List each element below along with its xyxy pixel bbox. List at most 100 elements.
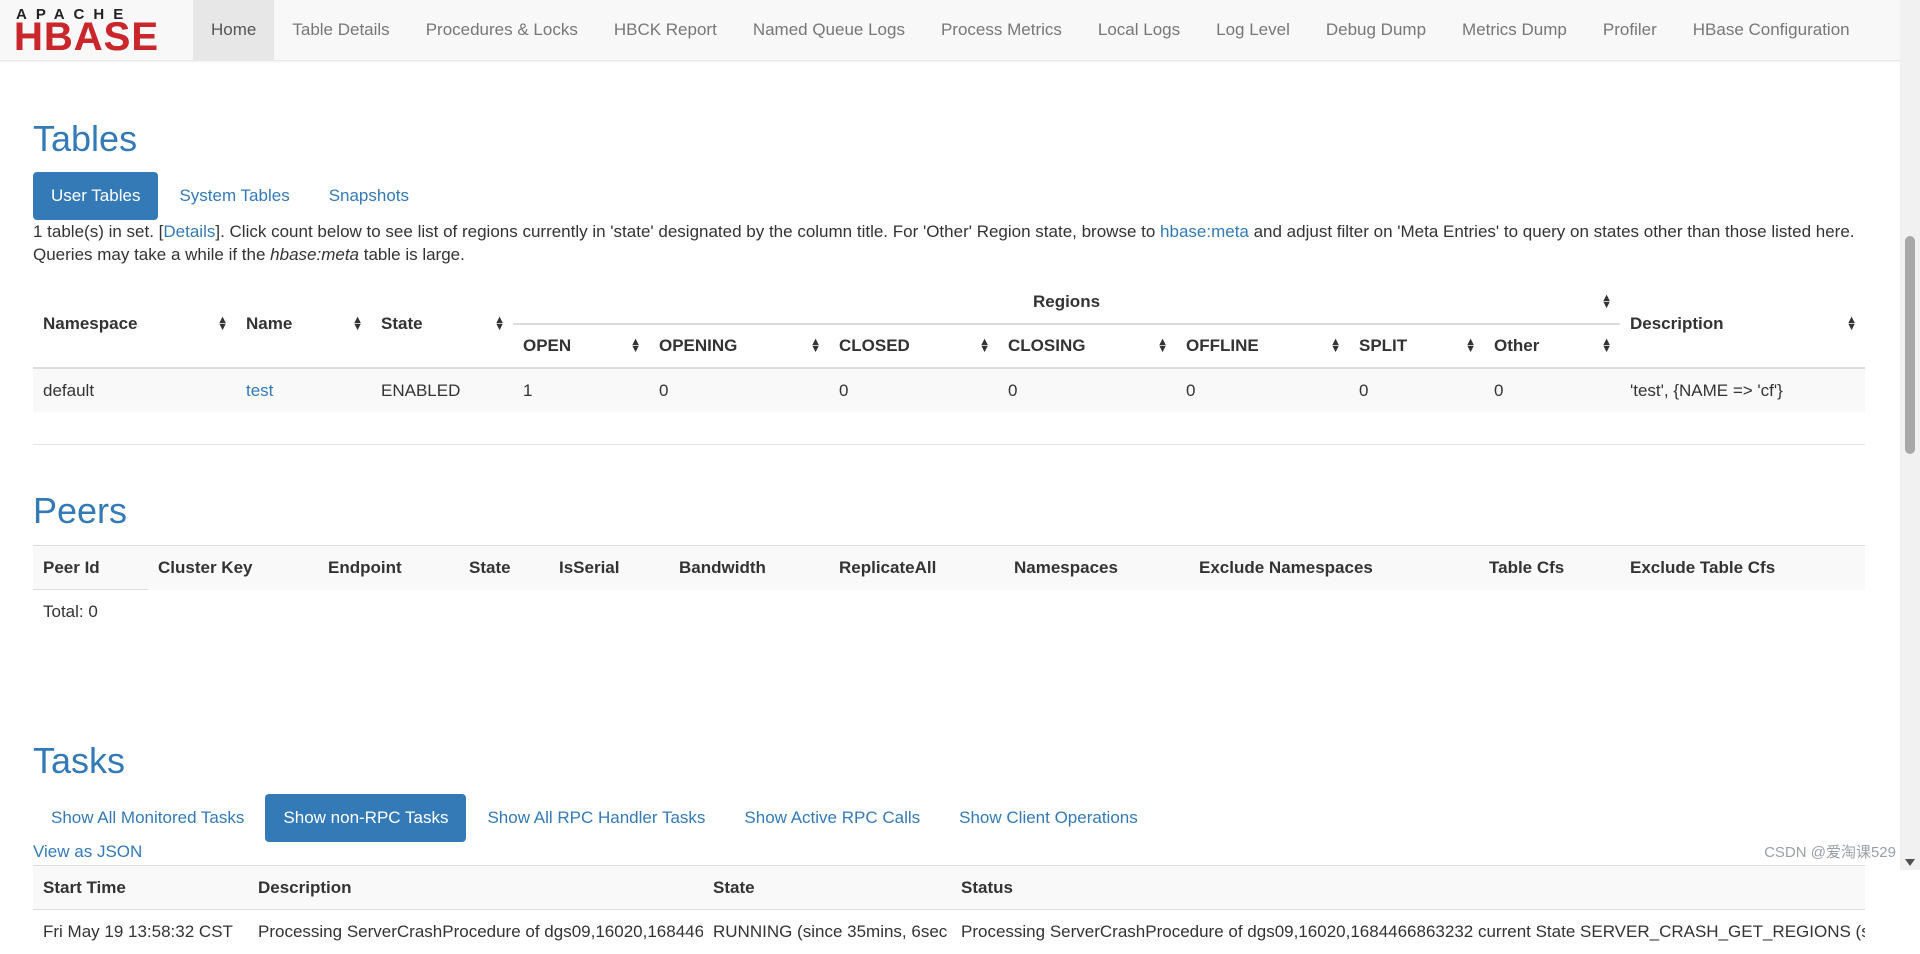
tab-user-tables[interactable]: User Tables bbox=[33, 172, 159, 220]
col-replicate-all: ReplicateAll bbox=[839, 557, 937, 577]
cell-open-count[interactable]: 1 bbox=[513, 368, 649, 412]
col-split-label: SPLIT bbox=[1359, 336, 1408, 355]
cell-namespace: default bbox=[43, 380, 95, 400]
col-exclude-table-cfs: Exclude Table Cfs bbox=[1630, 557, 1776, 577]
logo-hbase-text: HBASE bbox=[14, 15, 160, 59]
nav-home[interactable]: Home bbox=[193, 0, 275, 60]
cell-opening-count[interactable]: 0 bbox=[649, 368, 829, 412]
peers-table: Peer Id Cluster Key Endpoint State IsSer… bbox=[33, 545, 1865, 634]
section-divider bbox=[33, 444, 1865, 445]
cell-split-count[interactable]: 0 bbox=[1349, 368, 1484, 412]
col-closing[interactable]: CLOSING ▲ ▼ bbox=[998, 324, 1176, 369]
tasks-heading: Tasks bbox=[33, 740, 126, 781]
sort-icon: ▲ ▼ bbox=[1601, 336, 1612, 355]
tables-info-text: 1 table(s) in set. [Details]. Click coun… bbox=[33, 220, 1873, 266]
sort-icon: ▲ ▼ bbox=[352, 313, 363, 333]
col-task-state: State bbox=[713, 877, 755, 897]
col-name-label: Name bbox=[246, 313, 293, 333]
tab-non-rpc-tasks[interactable]: Show non-RPC Tasks bbox=[265, 794, 467, 842]
col-task-description: Description bbox=[258, 877, 352, 897]
table-name-link[interactable]: test bbox=[246, 381, 273, 400]
tab-system-tables[interactable]: System Tables bbox=[161, 172, 307, 220]
scroll-down-arrow-icon[interactable] bbox=[1905, 859, 1915, 866]
col-offline[interactable]: OFFLINE ▲ ▼ bbox=[1176, 324, 1349, 369]
sort-icon: ▲ ▼ bbox=[810, 336, 821, 355]
cell-start-time: Fri May 19 13:58:32 CST bbox=[43, 921, 233, 941]
sort-icon: ▲ ▼ bbox=[1330, 336, 1341, 355]
view-as-json-link[interactable]: View as JSON bbox=[33, 842, 142, 862]
sort-icon: ▲ ▼ bbox=[1157, 336, 1168, 355]
cell-other-count[interactable]: 0 bbox=[1484, 368, 1620, 412]
col-opening[interactable]: OPENING ▲ ▼ bbox=[649, 324, 829, 369]
sort-icon: ▲ ▼ bbox=[1465, 336, 1476, 355]
tab-active-rpc-calls[interactable]: Show Active RPC Calls bbox=[726, 794, 938, 842]
nav-procedures-locks[interactable]: Procedures & Locks bbox=[408, 0, 596, 60]
details-link[interactable]: Details bbox=[163, 222, 215, 241]
cell-offline-count[interactable]: 0 bbox=[1176, 368, 1349, 412]
col-offline-label: OFFLINE bbox=[1186, 336, 1259, 355]
user-tables-table: Namespace ▲ ▼ Name ▲ ▼ State ▲ ▼ Regions ▲ ▼ Des… bbox=[33, 280, 1865, 412]
col-closed-label: CLOSED bbox=[839, 336, 910, 355]
cell-task-state: RUNNING (since 35mins, 6sec bbox=[713, 921, 948, 941]
col-regions-label: Regions bbox=[1032, 291, 1101, 311]
col-namespaces: Namespaces bbox=[1014, 557, 1118, 577]
tab-client-operations[interactable]: Show Client Operations bbox=[941, 794, 1156, 842]
nav-profiler[interactable]: Profiler bbox=[1585, 0, 1675, 60]
tasks-tabs: Show All Monitored Tasks Show non-RPC Ta… bbox=[33, 794, 1159, 842]
col-state[interactable]: State ▲ ▼ bbox=[371, 280, 513, 369]
col-name[interactable]: Name ▲ ▼ bbox=[236, 280, 371, 369]
col-table-cfs: Table Cfs bbox=[1489, 557, 1565, 577]
col-endpoint: Endpoint bbox=[328, 557, 402, 577]
main-nav: Home Table Details Procedures & Locks HB… bbox=[193, 0, 1868, 60]
col-regions[interactable]: Regions ▲ ▼ bbox=[513, 280, 1620, 325]
col-description[interactable]: Description ▲ ▼ bbox=[1620, 280, 1865, 369]
info-text-1: 1 table(s) in set. [ bbox=[33, 222, 164, 241]
peers-heading: Peers bbox=[33, 490, 128, 531]
page-scrollbar[interactable] bbox=[1900, 0, 1920, 870]
col-description-label: Description bbox=[1630, 313, 1724, 333]
nav-hbase-configuration[interactable]: HBase Configuration bbox=[1675, 0, 1868, 60]
col-peer-state: State bbox=[469, 557, 511, 577]
info-text-2: ]. Click count below to see list of regi… bbox=[215, 222, 1161, 241]
nav-log-level[interactable]: Log Level bbox=[1198, 0, 1308, 60]
hbase-meta-link[interactable]: hbase:meta bbox=[1160, 222, 1249, 241]
sort-icon: ▲ ▼ bbox=[630, 336, 641, 355]
cell-closing-count[interactable]: 0 bbox=[998, 368, 1176, 412]
col-peer-id: Peer Id bbox=[43, 557, 100, 577]
nav-named-queue-logs[interactable]: Named Queue Logs bbox=[735, 0, 923, 60]
col-open-label: OPEN bbox=[523, 336, 572, 355]
nav-metrics-dump[interactable]: Metrics Dump bbox=[1444, 0, 1585, 60]
col-cluster-key: Cluster Key bbox=[158, 557, 253, 577]
cell-task-description: Processing ServerCrashProcedure of dgs09… bbox=[258, 921, 703, 941]
col-namespace[interactable]: Namespace ▲ ▼ bbox=[33, 280, 236, 369]
nav-hbck-report[interactable]: HBCK Report bbox=[596, 0, 735, 60]
tab-all-monitored-tasks[interactable]: Show All Monitored Tasks bbox=[33, 794, 262, 842]
nav-debug-dump[interactable]: Debug Dump bbox=[1308, 0, 1444, 60]
table-row: default test ENABLED 1 0 0 0 0 0 0 'test… bbox=[33, 368, 1865, 412]
col-closing-label: CLOSING bbox=[1008, 336, 1086, 355]
col-isserial: IsSerial bbox=[559, 557, 620, 577]
nav-table-details[interactable]: Table Details bbox=[274, 0, 407, 60]
cell-description: 'test', {NAME => 'cf'} bbox=[1630, 380, 1783, 400]
tables-heading: Tables bbox=[33, 118, 138, 159]
col-open[interactable]: OPEN ▲ ▼ bbox=[513, 324, 649, 369]
nav-process-metrics[interactable]: Process Metrics bbox=[923, 0, 1080, 60]
tables-tabs: User Tables System Tables Snapshots bbox=[33, 172, 430, 220]
tab-all-rpc-handler-tasks[interactable]: Show All RPC Handler Tasks bbox=[469, 794, 723, 842]
nav-local-logs[interactable]: Local Logs bbox=[1080, 0, 1198, 60]
col-exclude-namespaces: Exclude Namespaces bbox=[1199, 557, 1373, 577]
col-other-label: Other bbox=[1494, 336, 1540, 355]
tab-snapshots[interactable]: Snapshots bbox=[311, 172, 427, 220]
sort-icon: ▲ ▼ bbox=[1601, 291, 1612, 311]
col-task-status: Status bbox=[961, 877, 1013, 897]
peers-total: Total: 0 bbox=[33, 589, 148, 634]
hbase-logo[interactable]: APACHE HBASE bbox=[14, 6, 176, 59]
col-split[interactable]: SPLIT ▲ ▼ bbox=[1349, 324, 1484, 369]
col-state-label: State bbox=[381, 313, 423, 333]
col-closed[interactable]: CLOSED ▲ ▼ bbox=[829, 324, 998, 369]
scrollbar-thumb[interactable] bbox=[1905, 236, 1915, 454]
cell-closed-count[interactable]: 0 bbox=[829, 368, 998, 412]
col-other[interactable]: Other ▲ ▼ bbox=[1484, 324, 1620, 369]
tasks-table: Start Time Description State Status Fri … bbox=[33, 865, 1865, 954]
col-opening-label: OPENING bbox=[659, 336, 738, 355]
